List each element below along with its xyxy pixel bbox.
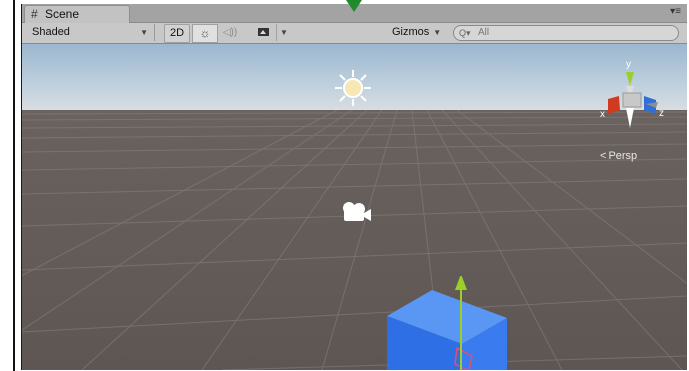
panel-menu-icon[interactable]: ▾≡ bbox=[670, 7, 681, 17]
camera-icon[interactable] bbox=[340, 201, 374, 223]
drop-marker-icon bbox=[346, 0, 362, 12]
gizmos-dropdown[interactable]: Gizmos ▼ bbox=[392, 24, 448, 41]
effects-dropdown-button[interactable]: ▼ bbox=[276, 24, 291, 41]
sun-toggle-icon[interactable]: ☼ bbox=[192, 24, 218, 43]
scene-viewport[interactable]: y x z < Persp bbox=[22, 44, 687, 370]
scene-toolbar: Shaded ▼ 2D ☼ ◁)) ▼ Gizmos ▼ Q▾ All bbox=[22, 23, 687, 44]
search-input[interactable]: Q▾ All bbox=[453, 25, 679, 41]
axis-z-label: z bbox=[659, 108, 664, 119]
toggle-2d-button[interactable]: 2D bbox=[164, 24, 190, 43]
gizmos-label: Gizmos bbox=[392, 26, 430, 38]
search-placeholder: All bbox=[478, 27, 490, 38]
scene-window: # Scene ▾≡ Shaded ▼ 2D ☼ ◁)) ▼ Gizmos ▼ Q… bbox=[21, 4, 687, 370]
chevron-down-icon: ▼ bbox=[433, 28, 442, 37]
draw-mode-label: Shaded bbox=[32, 26, 70, 38]
search-icon: Q▾ bbox=[459, 28, 471, 38]
tab-scene[interactable]: # Scene bbox=[24, 5, 130, 23]
draw-mode-dropdown[interactable]: Shaded ▼ bbox=[26, 24, 155, 41]
tab-scene-label: Scene bbox=[45, 7, 80, 21]
image-effects-icon[interactable] bbox=[252, 24, 274, 41]
directional-light-icon[interactable] bbox=[334, 69, 372, 107]
chevron-down-icon: ▼ bbox=[140, 28, 148, 37]
persp-label: Persp bbox=[608, 150, 638, 162]
axis-y-label: y bbox=[626, 59, 631, 70]
selected-cube[interactable] bbox=[377, 276, 537, 370]
axis-x-label: x bbox=[600, 109, 605, 120]
orientation-gizmo[interactable]: y x z bbox=[586, 52, 686, 142]
left-edge-rule bbox=[13, 0, 15, 371]
perspective-toggle[interactable]: < Persp bbox=[600, 150, 637, 162]
speaker-icon[interactable]: ◁)) bbox=[218, 24, 242, 41]
grid-hash-icon: # bbox=[31, 7, 38, 21]
chevron-left-icon: < bbox=[600, 150, 607, 162]
scene-grid bbox=[22, 110, 687, 370]
